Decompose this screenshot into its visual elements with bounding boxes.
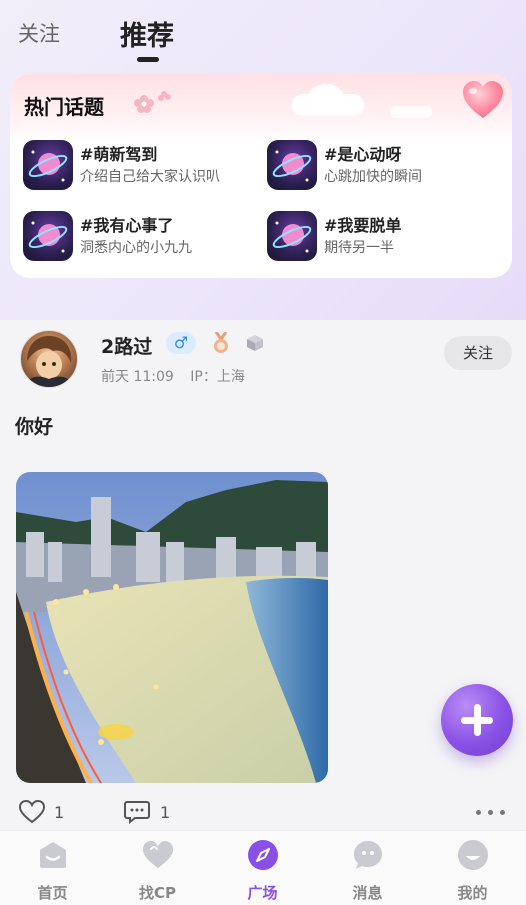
gender-male-badge: ♂ [166,332,196,354]
compass-icon [248,840,278,870]
profile-icon [458,840,488,870]
nav-item-find-cp[interactable]: 找CP [105,831,210,905]
topic-desc: 心跳加快的瞬间 [324,169,422,185]
nav-item-messages[interactable]: 消息 [315,831,420,905]
post-meta: 前天 11:09 IP：上海 [101,366,245,386]
bottom-nav: 首页 找CP 广场 消息 我的 [0,830,526,905]
hot-topics-card: 热门话题 #萌新驾到 介绍自己给大家认识叭 #是心动呀 心跳加快的瞬间 #我有心… [10,74,512,278]
topic-item[interactable]: #我有心事了 洞悉内心的小九九 [23,211,253,263]
more-options-icon[interactable] [476,810,508,816]
nav-item-profile[interactable]: 我的 [420,831,525,905]
post-actions: 1 1 [0,800,526,830]
heart-decoration-icon [463,81,503,118]
cube-badge-icon [247,335,263,351]
topic-planet-icon [23,211,73,261]
nav-label: 消息 [352,884,383,902]
post-ip: IP：上海 [190,369,245,385]
topic-desc: 期待另一半 [324,240,394,256]
like-count: 1 [54,803,65,822]
nav-label: 找CP [138,884,176,902]
avatar[interactable] [20,330,78,388]
tab-recommend[interactable]: 推荐 [120,14,174,53]
topic-name: #是心动呀 [324,145,402,164]
post-time: 前天 11:09 [101,369,174,385]
topic-planet-icon [267,140,317,190]
topic-item[interactable]: #我要脱单 期待另一半 [267,211,497,263]
nav-label: 首页 [37,884,68,902]
topic-desc: 洞悉内心的小九九 [80,240,192,256]
post-text: 你好 [15,416,54,438]
cloud-decoration-icon [390,106,432,118]
nav-label: 我的 [457,884,488,902]
tab-active-indicator [137,57,159,62]
tab-follow[interactable]: 关注 [18,18,60,48]
post-image[interactable] [16,472,328,783]
topic-item[interactable]: #是心动呀 心跳加快的瞬间 [267,140,497,192]
follow-button[interactable]: 关注 [444,336,512,370]
topic-planet-icon [267,211,317,261]
medal-icon [214,332,228,353]
create-post-button[interactable] [441,684,513,756]
topic-item[interactable]: #萌新驾到 介绍自己给大家认识叭 [23,140,253,192]
hot-topics-title: 热门话题 [24,95,104,119]
topic-name: #萌新驾到 [80,145,158,164]
flower-decoration-icon [134,91,171,113]
topic-name: #我要脱单 [324,216,402,235]
nav-label: 广场 [247,884,278,902]
comment-icon[interactable] [124,800,150,824]
username[interactable]: 2路过 [101,332,152,359]
top-tabs: 关注 推荐 [0,0,526,70]
cloud-decoration-icon [308,84,344,112]
topic-name: #我有心事了 [80,216,174,235]
home-icon [40,842,66,868]
nav-item-square[interactable]: 广场 [210,831,315,905]
comment-count: 1 [160,803,171,822]
topic-planet-icon [23,140,73,190]
nav-item-home[interactable]: 首页 [0,831,105,905]
topic-desc: 介绍自己给大家认识叭 [80,169,220,185]
heart-icon [143,841,173,868]
like-heart-icon[interactable] [19,800,45,824]
chat-icon [354,841,382,869]
